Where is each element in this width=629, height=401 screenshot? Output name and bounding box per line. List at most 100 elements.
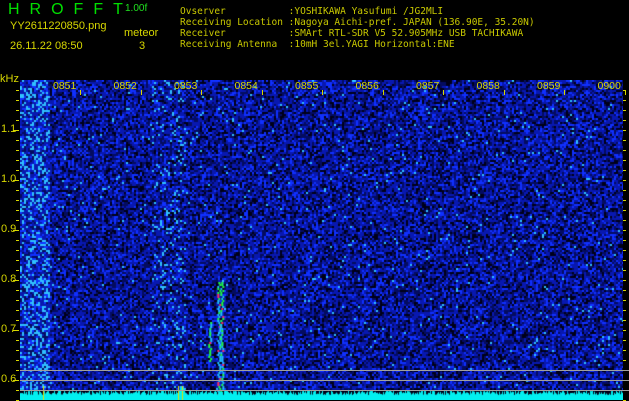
x-tick [140,90,142,95]
y-tick-minor [16,250,19,251]
x-tick-label: 0858 [476,80,500,92]
x-tick-label: 0857 [416,80,440,92]
y-tick-minor [16,190,19,191]
datetime: 26.11.22 08:50 [10,40,83,52]
y-tick-minor [16,360,19,361]
x-tick [201,90,202,95]
y-tick-minor [16,240,19,241]
y-tick-minor-right [623,100,626,101]
meteor-label: meteor [124,27,159,39]
y-tick-minor-right [623,180,626,181]
y-tick-minor [16,150,19,151]
x-tick [261,90,263,95]
x-tick [322,90,323,95]
y-tick-minor-right [623,250,626,251]
y-tick-label: 0.8 [1,273,17,285]
x-tick-label: 0854 [234,80,258,92]
y-tick-minor [16,280,19,281]
x-tick [80,90,81,95]
y-tick-minor [16,200,19,201]
spectrogram [20,80,623,400]
y-tick-minor-right [623,360,626,361]
y-tick-minor [16,330,19,331]
x-tick [443,90,444,95]
y-tick-minor-right [623,240,626,241]
reference-line [20,370,629,371]
y-tick-minor-right [623,90,626,91]
x-tick-label: 0853 [174,80,198,92]
x-tick [382,90,384,95]
y-tick-minor-right [623,210,626,211]
y-tick-minor-right [623,120,626,121]
info-receiver: Receiver :SMArt RTL-SDR V5 52.905MHz USB… [180,28,524,39]
y-tick-minor-right [623,220,626,221]
app-title: HROFFT [8,1,133,18]
y-tick-minor [16,130,19,131]
x-tick [503,90,505,95]
y-tick-minor [16,160,19,161]
y-tick-minor [16,320,19,321]
y-tick-label: 0.7 [1,323,17,335]
y-tick-minor [16,230,19,231]
x-tick-label: 0851 [53,80,77,92]
y-tick-minor-right [623,140,626,141]
y-tick-label: 1.0 [1,173,17,185]
y-tick-minor-right [623,160,626,161]
version: 1.00f [125,3,148,14]
y-tick-minor-right [623,330,626,331]
y-tick-minor-right [623,230,626,231]
y-tick-minor [16,170,19,171]
x-tick-label: 0855 [295,80,319,92]
y-tick-minor-right [623,190,626,191]
y-tick-label: 1.1 [1,123,17,135]
y-tick-minor-right [623,150,626,151]
y-tick-minor-right [623,110,626,111]
y-tick-label: 0.6 [1,373,17,385]
y-tick-minor-right [623,320,626,321]
y-tick-minor-right [623,310,626,311]
y-tick-minor [16,270,19,271]
info-location: Receiving Location :Nagoya Aichi-pref. J… [180,17,535,28]
y-tick-minor-right [623,260,626,261]
y-tick-minor [16,340,19,341]
filename: YY2611220850.png [10,20,107,32]
y-tick-minor [16,210,19,211]
y-tick-minor [16,140,19,141]
x-tick [564,90,565,95]
y-tick-minor [16,350,19,351]
y-tick-minor [16,220,19,221]
y-tick-minor [16,260,19,261]
y-tick-minor [16,100,19,101]
y-tick-minor-right [623,350,626,351]
y-tick-minor [16,310,19,311]
y-tick-minor [16,370,19,371]
x-tick-label: 0856 [355,80,379,92]
x-tick-label: 0900 [597,80,621,92]
y-tick-minor-right [623,270,626,271]
y-tick-minor-right [623,290,626,291]
y-tick-minor [16,180,19,181]
y-tick-label: 0.9 [1,223,17,235]
y-axis-unit: kHz [0,73,19,85]
y-tick-minor-right [623,130,626,131]
x-tick-label: 0859 [537,80,561,92]
y-tick-minor [16,300,19,301]
y-tick-minor-right [623,170,626,171]
y-tick-minor-right [623,340,626,341]
y-tick-minor-right [623,300,626,301]
reference-line [20,380,629,381]
x-tick-label: 0852 [113,80,137,92]
y-tick-minor [16,390,19,391]
y-tick-minor [16,290,19,291]
y-tick-minor [16,90,19,91]
y-tick-minor [16,110,19,111]
info-antenna: Receiving Antenna :10mH 3el.YAGI Horizon… [180,39,455,50]
reference-line [20,390,629,391]
y-tick-minor-right [623,200,626,201]
y-tick-minor [16,120,19,121]
y-tick-minor-right [623,280,626,281]
info-observer: Ovserver :YOSHIKAWA Yasufumi /JG2MLI [180,6,444,17]
spectrogram-canvas [20,80,623,400]
y-tick-minor [16,380,19,381]
meteor-count: 3 [139,40,146,52]
